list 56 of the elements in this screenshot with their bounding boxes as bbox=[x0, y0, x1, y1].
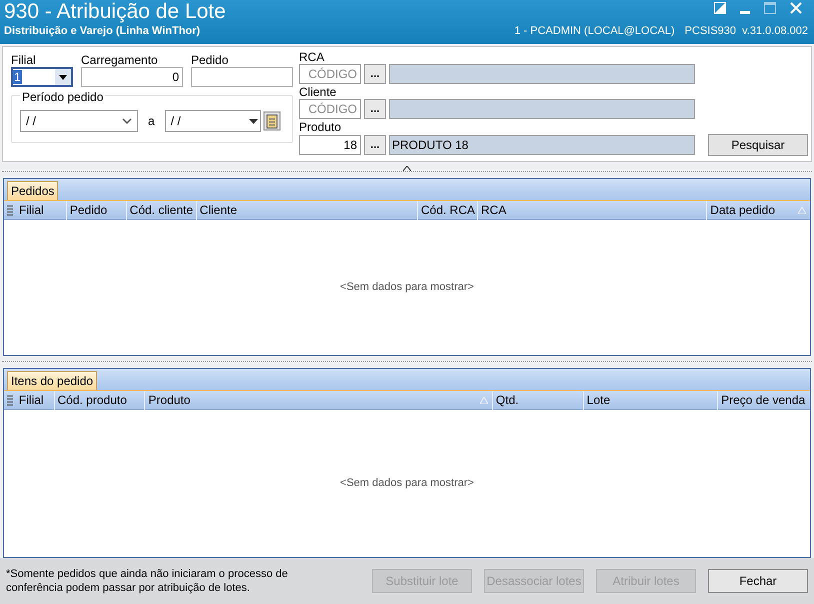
column-header[interactable]: Data pedido bbox=[706, 200, 810, 220]
field-label: Cliente bbox=[299, 86, 338, 99]
chevron-icon bbox=[122, 118, 132, 124]
dropdown-arrow-icon bbox=[248, 118, 258, 124]
collapse-icon[interactable] bbox=[403, 166, 411, 171]
column-header[interactable]: RCA bbox=[477, 200, 706, 220]
filial-dropdown[interactable]: 1 bbox=[11, 67, 73, 87]
version-info: PCSIS930 v.31.0.08.002 bbox=[684, 24, 809, 38]
dropdown-arrow-icon bbox=[59, 74, 67, 80]
column-header[interactable]: Pedido bbox=[66, 200, 126, 220]
footer-note: *Somente pedidos que ainda não iniciaram o processo de conferência podem passar por atribuição de lotes. bbox=[6, 567, 289, 595]
field-label: RCA bbox=[299, 51, 326, 64]
column-header[interactable]: Cliente bbox=[196, 200, 417, 220]
column-header[interactable]: Produto bbox=[144, 390, 492, 410]
column-header[interactable]: Lote bbox=[582, 390, 718, 410]
column-chooser-icon[interactable] bbox=[7, 204, 13, 216]
action-button[interactable]: Fechar bbox=[708, 569, 808, 593]
calendar-icon[interactable] bbox=[262, 111, 281, 131]
window-title: 930 - Atribuição de Lote bbox=[4, 0, 226, 24]
date-from-field[interactable]: / / bbox=[20, 110, 138, 132]
maximize-icon[interactable] bbox=[764, 2, 776, 14]
field-label: Produto bbox=[299, 121, 342, 134]
group-label: Período pedido bbox=[20, 90, 106, 104]
user-info: 1 - PCADMIN (LOCAL@LOCAL) bbox=[514, 24, 675, 38]
column-header[interactable]: Cód. produto bbox=[54, 390, 144, 410]
panel-tab[interactable]: Pedidos bbox=[7, 181, 58, 200]
produto-code-field[interactable]: 18 bbox=[299, 135, 361, 155]
column-header[interactable]: Cód. RCA bbox=[417, 200, 477, 220]
empty-message: <Sem dados para mostrar> bbox=[340, 476, 474, 492]
field-label: Carregamento bbox=[81, 53, 159, 67]
column-header[interactable]: Filial bbox=[16, 200, 66, 220]
column-header[interactable]: Cód. cliente bbox=[126, 200, 196, 220]
column-chooser-icon[interactable] bbox=[7, 394, 13, 406]
lookup-button[interactable]: ... bbox=[364, 99, 386, 119]
field-label: Pedido bbox=[191, 53, 230, 67]
date-to-field[interactable]: / / bbox=[164, 110, 261, 132]
lookup-button[interactable]: ... bbox=[364, 135, 386, 155]
column-header[interactable]: Preço de venda bbox=[717, 390, 810, 410]
carregamento-field[interactable]: 0 bbox=[81, 67, 183, 87]
column-header[interactable]: Qtd. bbox=[492, 390, 583, 410]
panel-tab[interactable]: Itens do pedido bbox=[7, 371, 98, 390]
empty-message: <Sem dados para mostrar> bbox=[340, 280, 474, 296]
lookup-button[interactable]: ... bbox=[364, 64, 386, 84]
window-subtitle: Distribuição e Varejo (Linha WinThor) bbox=[4, 24, 200, 38]
produto-name-field: PRODUTO 18 bbox=[389, 135, 695, 155]
pedido-field[interactable] bbox=[191, 67, 293, 87]
sort-icon bbox=[798, 206, 806, 214]
rca-code-field[interactable]: CÓDIGO bbox=[299, 64, 361, 84]
field-label: Filial bbox=[11, 53, 37, 67]
restore-icon[interactable] bbox=[714, 2, 726, 14]
range-separator: a bbox=[148, 113, 155, 130]
sort-icon bbox=[480, 396, 488, 404]
column-header[interactable]: Filial bbox=[16, 390, 54, 410]
close-icon[interactable] bbox=[790, 2, 802, 14]
search-button[interactable]: Pesquisar bbox=[708, 134, 808, 156]
cliente-code-field[interactable]: CÓDIGO bbox=[299, 99, 361, 119]
